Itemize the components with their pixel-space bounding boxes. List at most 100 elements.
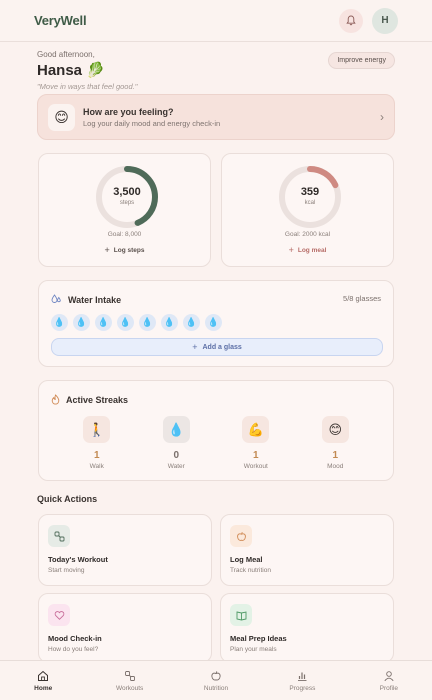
nav-label: Profile bbox=[379, 684, 399, 692]
bottom-nav: Home Workouts Nutrition Progress Profile bbox=[0, 660, 432, 700]
book-icon bbox=[230, 604, 252, 626]
mood-banner-title: How are you feeling? bbox=[83, 106, 174, 117]
water-glass-icon[interactable]: 💧 bbox=[139, 314, 156, 331]
mood-banner-subtitle: Log your daily mood and energy check-in bbox=[83, 118, 221, 128]
nav-progress[interactable]: Progress bbox=[259, 661, 345, 700]
water-glass-icon[interactable]: 💧 bbox=[205, 314, 222, 331]
water-intake-card: Water Intake 5/8 glasses 💧 💧 💧 💧 💧 💧 💧 💧 + Add … bbox=[38, 280, 394, 367]
water-title-text: Water Intake bbox=[68, 294, 122, 305]
mood-checkin-card[interactable]: Mood Check-in How do you feel? bbox=[38, 593, 212, 663]
streak-walk: 🚶 1 Walk bbox=[67, 416, 127, 470]
apple-icon bbox=[210, 670, 222, 682]
qa-label: Mood Check-in bbox=[48, 634, 102, 643]
mood-checkin-banner[interactable]: 😊 How are you feeling? Log your daily mo… bbox=[37, 94, 395, 140]
dumbbell-icon bbox=[48, 525, 70, 547]
droplet-icon: 💧 bbox=[162, 416, 190, 443]
streak-label: Walk bbox=[89, 463, 104, 470]
walking-icon: 🚶 bbox=[83, 416, 111, 443]
nav-label: Progress bbox=[289, 684, 316, 692]
streaks-title: Active Streaks bbox=[51, 394, 128, 405]
plus-icon: + bbox=[104, 245, 110, 255]
qa-sub: Plan your meals bbox=[230, 646, 277, 653]
log-meal-label: Log meal bbox=[297, 246, 327, 254]
app-header: VeryWell H bbox=[0, 0, 432, 42]
chevron-right-icon: › bbox=[380, 110, 384, 124]
nav-profile[interactable]: Profile bbox=[346, 661, 432, 700]
qa-label: Today's Workout bbox=[48, 555, 108, 564]
calories-goal: Goal: 2000 kcal bbox=[284, 231, 331, 238]
steps-card: 3,500 steps Goal: 8,000 + Log steps bbox=[38, 153, 211, 267]
add-glass-label: Add a glass bbox=[202, 343, 242, 351]
nav-workouts[interactable]: Workouts bbox=[86, 661, 172, 700]
dumbbell-icon bbox=[124, 670, 136, 682]
motivational-quote: "Move in ways that feel good." bbox=[37, 82, 138, 91]
flame-icon bbox=[51, 394, 60, 405]
user-name-text: Hansa bbox=[37, 61, 83, 79]
streak-label: Water bbox=[167, 463, 185, 470]
nav-home[interactable]: Home bbox=[0, 661, 86, 700]
nav-label: Home bbox=[34, 684, 53, 692]
water-glass-icon[interactable]: 💧 bbox=[51, 314, 68, 331]
steps-ring: 3,500 steps bbox=[94, 164, 160, 230]
log-meal-button[interactable]: + Log meal bbox=[222, 245, 393, 255]
home-icon bbox=[37, 670, 49, 682]
log-meal-card[interactable]: Log Meal Track nutrition bbox=[220, 514, 394, 586]
water-count: 5/8 glasses bbox=[343, 294, 381, 303]
streak-value: 1 bbox=[252, 450, 259, 461]
user-icon bbox=[383, 670, 395, 682]
leafy-green-icon: 🥬 bbox=[86, 62, 105, 79]
qa-sub: Track nutrition bbox=[230, 567, 271, 574]
improve-energy-button[interactable]: Improve energy bbox=[328, 52, 395, 69]
meal-prep-card[interactable]: Meal Prep Ideas Plan your meals bbox=[220, 593, 394, 663]
quick-actions-title: Quick Actions bbox=[37, 494, 98, 504]
flexed-arm-icon: 💪 bbox=[242, 416, 270, 443]
streak-value: 1 bbox=[332, 450, 339, 461]
calories-unit: kcal bbox=[304, 200, 316, 206]
greeting-text: Good afternoon, bbox=[37, 50, 95, 59]
calories-value: 359 bbox=[300, 186, 320, 198]
smile-icon: 😊 bbox=[48, 103, 75, 131]
app-logo[interactable]: VeryWell bbox=[34, 13, 87, 28]
avatar[interactable]: H bbox=[372, 7, 398, 34]
heart-icon bbox=[48, 604, 70, 626]
streak-mood: 😊 1 Mood bbox=[305, 416, 365, 470]
water-title: Water Intake bbox=[51, 294, 121, 305]
nav-nutrition[interactable]: Nutrition bbox=[173, 661, 259, 700]
water-glasses: 💧 💧 💧 💧 💧 💧 💧 💧 bbox=[51, 314, 222, 331]
water-glass-icon[interactable]: 💧 bbox=[183, 314, 200, 331]
streak-label: Mood bbox=[327, 463, 344, 470]
log-steps-button[interactable]: + Log steps bbox=[39, 245, 210, 255]
qa-label: Meal Prep Ideas bbox=[230, 634, 287, 643]
nav-label: Nutrition bbox=[203, 684, 229, 692]
water-glass-icon[interactable]: 💧 bbox=[73, 314, 90, 331]
steps-unit: steps bbox=[119, 200, 135, 206]
water-drops-icon bbox=[51, 294, 61, 303]
log-steps-label: Log steps bbox=[113, 246, 145, 254]
steps-value: 3,500 bbox=[113, 186, 141, 198]
streaks-title-text: Active Streaks bbox=[66, 394, 129, 405]
plus-icon: + bbox=[192, 342, 198, 352]
calories-ring: 359 kcal bbox=[277, 164, 343, 230]
water-glass-icon[interactable]: 💧 bbox=[161, 314, 178, 331]
steps-goal: Goal: 8,000 bbox=[107, 231, 142, 238]
plus-icon: + bbox=[288, 245, 294, 255]
user-name: Hansa 🥬 bbox=[37, 61, 105, 80]
bell-icon bbox=[346, 15, 356, 26]
streak-value: 1 bbox=[93, 450, 100, 461]
qa-label: Log Meal bbox=[230, 555, 263, 564]
streak-workout: 💪 1 Workout bbox=[226, 416, 286, 470]
add-glass-button[interactable]: + Add a glass bbox=[51, 338, 383, 356]
nav-label: Workouts bbox=[115, 684, 144, 692]
smile-icon: 😊 bbox=[321, 416, 349, 443]
qa-sub: Start moving bbox=[48, 567, 85, 574]
notifications-button[interactable] bbox=[339, 8, 363, 33]
streak-water: 💧 0 Water bbox=[146, 416, 206, 470]
todays-workout-card[interactable]: Today's Workout Start moving bbox=[38, 514, 212, 586]
streak-label: Workout bbox=[243, 463, 268, 470]
water-glass-icon[interactable]: 💧 bbox=[117, 314, 134, 331]
streak-value: 0 bbox=[173, 450, 180, 461]
calories-card: 359 kcal Goal: 2000 kcal + Log meal bbox=[221, 153, 394, 267]
water-glass-icon[interactable]: 💧 bbox=[95, 314, 112, 331]
apple-icon bbox=[230, 525, 252, 547]
bar-chart-icon bbox=[296, 670, 308, 682]
